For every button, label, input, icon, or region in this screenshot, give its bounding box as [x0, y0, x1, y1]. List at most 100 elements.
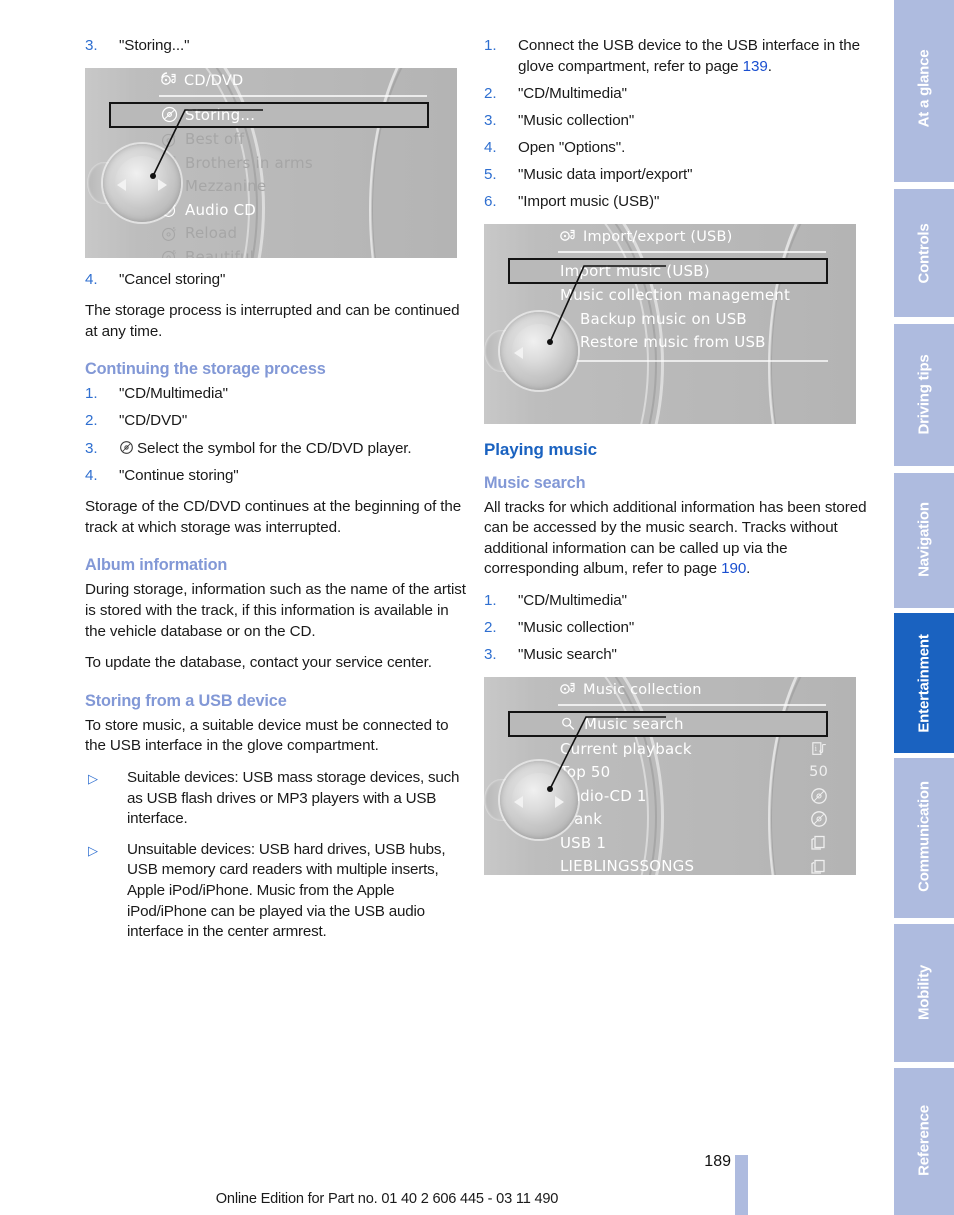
- list-item: 2. "Music collection": [484, 618, 867, 639]
- list-item-label: Brothers in arms: [185, 153, 313, 172]
- tab-mobility[interactable]: Mobility: [894, 924, 954, 1062]
- bullet-text: Unsuitable devices: USB hard drives, USB…: [127, 840, 446, 941]
- svg-text:6: 6: [172, 250, 176, 256]
- step-text-after: .: [767, 57, 772, 75]
- list-item-label: Storing...: [185, 105, 256, 124]
- step-text-before: Connect the USB device to the USB interf…: [518, 37, 860, 75]
- step-number: 1.: [85, 385, 98, 403]
- tab-at-a-glance[interactable]: At a glance: [894, 0, 954, 182]
- list-item[interactable]: USB 1: [560, 831, 828, 855]
- tab-label: Navigation: [915, 502, 933, 577]
- cd-multimedia-icon: [560, 680, 576, 699]
- step-text: Select the symbol for the CD/DVD player.: [137, 439, 412, 457]
- tab-entertainment[interactable]: Entertainment: [894, 613, 954, 753]
- idrive-controller-knob[interactable]: [484, 311, 578, 390]
- magnifier-icon: [560, 716, 584, 732]
- step-number: 6.: [484, 193, 497, 211]
- list-item[interactable]: Audio-CD 1: [560, 784, 828, 808]
- list-item[interactable]: Restore music from USB: [560, 331, 828, 355]
- page-reference-link[interactable]: 190: [721, 560, 746, 577]
- list-item[interactable]: 6 Beautiful: [161, 245, 429, 258]
- step-text: "Music collection": [518, 619, 635, 637]
- list-item[interactable]: Music collection management: [560, 284, 828, 308]
- page-reference-link[interactable]: 139: [743, 58, 768, 75]
- step-number: 2.: [85, 412, 98, 430]
- step-number: 5.: [484, 165, 497, 183]
- right-column: 1. Connect the USB device to the USB int…: [484, 36, 867, 887]
- list-item: 3. "Storing...": [85, 36, 468, 57]
- list-item-label: USB 1: [560, 833, 607, 852]
- list-item[interactable]: 1 Best off: [161, 128, 429, 152]
- cd-multimedia-icon: [560, 227, 576, 246]
- list-item[interactable]: 2 Brothers in arms: [161, 151, 429, 175]
- list-item-label: Best off: [185, 130, 245, 149]
- list-divider: [560, 360, 828, 363]
- list-item: 3. Select the symbol for the CD/DVD play…: [85, 439, 468, 460]
- list-item: 2. "CD/DVD": [85, 411, 468, 432]
- tab-label: Controls: [915, 223, 933, 284]
- page-number: 189: [704, 1153, 731, 1170]
- screen-header: Music collection: [484, 677, 856, 703]
- tab-driving-tips[interactable]: Driving tips: [894, 324, 954, 466]
- svg-text:i: i: [815, 743, 818, 752]
- heading-album-information: Album information: [85, 556, 228, 575]
- list-item: 4. Open "Options".: [484, 138, 867, 159]
- disc-6-icon: 6: [161, 248, 185, 258]
- disc-5-icon: 5: [161, 225, 185, 242]
- list-item[interactable]: Current playback i: [560, 737, 828, 761]
- idrive-screenshot-cd-dvd: CD/DVD Storing... 1 Best off 2 Brothers …: [85, 67, 457, 258]
- step-text: "CD/Multimedia": [518, 592, 627, 610]
- list-item-label: Import music (USB): [560, 261, 710, 280]
- paragraph-album-1: During storage, information such as the …: [85, 581, 466, 640]
- list-item: 1. "CD/Multimedia": [484, 591, 867, 612]
- list-item-label: LIEBLINGSSONGS: [560, 857, 695, 875]
- idrive-screenshot-import-export: Import/export (USB) Import music (USB) M…: [484, 223, 856, 424]
- step-text: Open "Options".: [518, 138, 626, 156]
- svg-text:1: 1: [172, 133, 176, 139]
- list-item[interactable]: Import music (USB): [508, 257, 828, 284]
- tab-communication[interactable]: Communication: [894, 758, 954, 918]
- tab-controls[interactable]: Controls: [894, 189, 954, 317]
- list-item-label: Backup music on USB: [580, 309, 747, 328]
- screen-title: CD/DVD: [184, 72, 244, 89]
- tab-label: At a glance: [915, 49, 933, 128]
- step-number: 4.: [484, 138, 497, 156]
- list-item[interactable]: Backup music on USB: [560, 307, 828, 331]
- list-item[interactable]: 3 Mezzanine: [161, 175, 429, 199]
- step-number: 1.: [484, 37, 497, 54]
- step-number: 3.: [85, 439, 98, 457]
- paragraph-text-after: .: [746, 560, 751, 578]
- list-item[interactable]: Music search: [508, 710, 828, 737]
- list-item-label: Music collection management: [560, 286, 791, 305]
- list-item[interactable]: ✓ Frank: [538, 807, 828, 831]
- step-list-storing: 3. "Storing...": [85, 36, 468, 57]
- idrive-controller-knob[interactable]: [484, 760, 578, 839]
- idrive-controller-knob[interactable]: [87, 143, 181, 222]
- tab-label: Reference: [915, 1105, 933, 1176]
- header-rule: [558, 703, 826, 706]
- list-item[interactable]: Storing...: [109, 101, 429, 128]
- list-item-label: Top 50: [560, 763, 611, 782]
- list-item[interactable]: LIEBLINGSSONGS: [560, 854, 828, 875]
- step-text: "Music collection": [518, 111, 635, 129]
- left-column: 3. "Storing..." CD/DVD Storing... 1 Best…: [85, 36, 468, 954]
- list-item-value: 50: [809, 764, 828, 781]
- screen-title: Music collection: [583, 681, 702, 698]
- header-rule: [558, 250, 826, 253]
- folders-icon: [798, 834, 828, 851]
- bullet-text: Suitable devices: USB mass storage devic…: [127, 769, 460, 828]
- step-text: Connect the USB device to the USB interf…: [518, 37, 860, 75]
- list-item[interactable]: 4 Audio CD: [161, 198, 429, 222]
- list-item-label: Beautiful: [185, 247, 255, 258]
- list-item-label: Audio-CD 1: [560, 786, 647, 805]
- list-item[interactable]: Top 50 50: [560, 760, 828, 784]
- svg-text:5: 5: [172, 227, 176, 233]
- list-item[interactable]: 5 Reload: [161, 222, 429, 246]
- triangle-bullet-icon: ▷: [88, 842, 98, 858]
- list-item: 6. "Import music (USB)": [484, 192, 867, 213]
- triangle-bullet-icon: ▷: [88, 771, 98, 786]
- list-item: 5. "Music data import/export": [484, 165, 867, 186]
- tab-navigation[interactable]: Navigation: [894, 473, 954, 608]
- tab-label: Driving tips: [915, 354, 933, 435]
- list-item: 3. "Music collection": [484, 111, 867, 132]
